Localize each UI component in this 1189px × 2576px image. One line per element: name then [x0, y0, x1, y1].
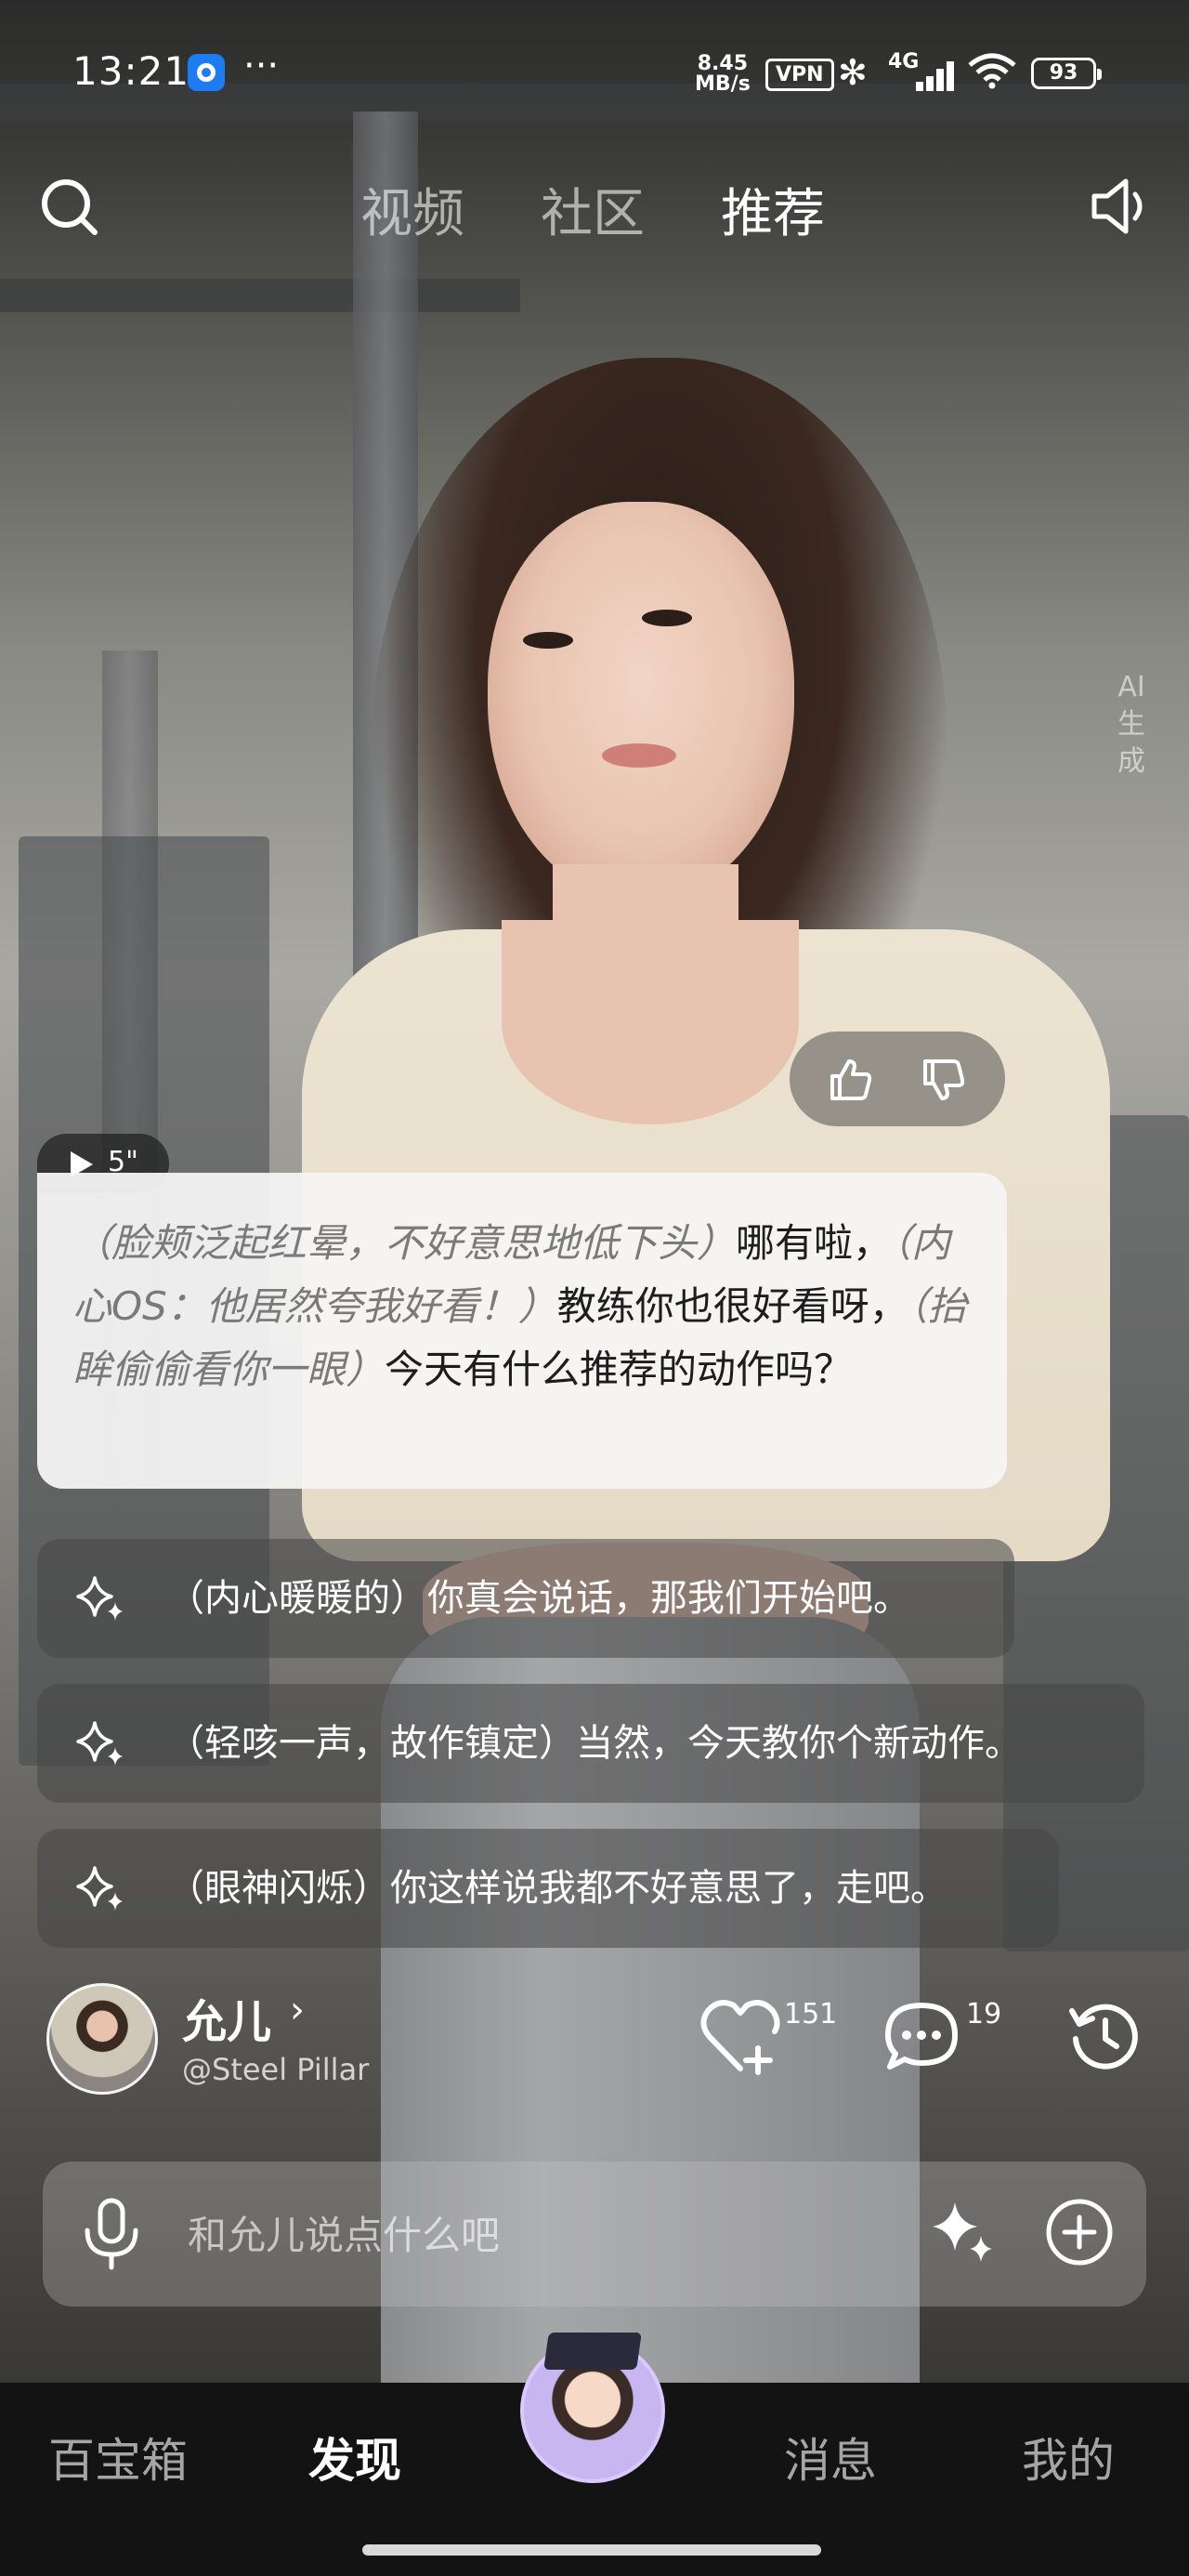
sparkle-icon: [76, 1576, 123, 1621]
message-action: （脸颊泛起红晕，不好意思地低下头）: [72, 1220, 737, 1266]
feedback-pill: [790, 1032, 1005, 1126]
network-speed: 8.45 MB/s: [695, 52, 751, 96]
sparkle-icon: [76, 1721, 123, 1766]
vpn-badge: VPN: [765, 59, 834, 91]
message-speech: 今天有什么推荐的动作吗？: [385, 1347, 854, 1392]
bluetooth-icon: ✻: [838, 52, 868, 93]
like-count: 151: [784, 1998, 838, 2031]
thumbs-down-icon[interactable]: [920, 1056, 968, 1104]
sparkle-icon[interactable]: [929, 2199, 996, 2264]
tab-community[interactable]: 社区: [541, 172, 645, 247]
heart-plus-icon[interactable]: [699, 1996, 782, 2076]
reply-suggestion[interactable]: （内心暖暖的）你真会说话，那我们开始吧。: [37, 1539, 1014, 1658]
comment-count: 19: [966, 1998, 1002, 2031]
reply-suggestion-text: （内心暖暖的）你真会说话，那我们开始吧。: [167, 1577, 910, 1620]
sound-icon[interactable]: [1087, 172, 1156, 241]
more-notifications-icon: ···: [243, 45, 280, 87]
plus-icon[interactable]: [1044, 2197, 1115, 2267]
message-speech: 教练你也很好看呀，: [556, 1283, 908, 1329]
history-icon[interactable]: [1066, 1998, 1143, 2074]
tab-video[interactable]: 视频: [360, 172, 464, 247]
nav-messages[interactable]: 消息: [784, 2424, 877, 2491]
app-notification-icon: [188, 54, 225, 91]
search-icon[interactable]: [37, 175, 102, 240]
sparkle-icon: [76, 1866, 123, 1911]
wifi-icon: [968, 53, 1016, 89]
message-speech: 哪有啦，: [736, 1220, 893, 1266]
reply-suggestion[interactable]: （眼神闪烁）你这样说我都不好意思了，走吧。: [37, 1829, 1059, 1948]
battery-indicator: 93: [1031, 58, 1102, 89]
character-name[interactable]: 允儿: [182, 1985, 271, 2050]
thumbs-up-icon[interactable]: [827, 1056, 875, 1104]
chat-input-field[interactable]: 和允儿说点什么吧: [188, 2204, 500, 2261]
graduation-cap-icon: [543, 2333, 642, 2370]
ai-generated-label: AI生成: [1117, 671, 1145, 778]
comment-icon[interactable]: [882, 2000, 960, 2074]
reply-suggestion-text: （轻咳一声，故作镇定）当然，今天教你个新动作。: [167, 1722, 1022, 1765]
character-avatar[interactable]: [46, 1983, 158, 2095]
nav-discover[interactable]: 发现: [308, 2424, 401, 2491]
character-handle: @Steel Pillar: [182, 2052, 370, 2087]
chevron-right-icon[interactable]: ›: [290, 1989, 305, 2031]
character-message: （脸颊泛起红晕，不好意思地低下头）哪有啦，（内心OS：他居然夸我好看！）教练你也…: [37, 1173, 1007, 1489]
status-time: 13:21: [72, 48, 190, 94]
status-bar: 13:21 ··· 8.45 MB/s VPN ✻ 4G 93: [0, 0, 1189, 149]
reply-suggestion[interactable]: （轻咳一声，故作镇定）当然，今天教你个新动作。: [37, 1684, 1144, 1803]
tab-recommended[interactable]: 推荐: [721, 172, 825, 247]
nav-toolbox[interactable]: 百宝箱: [48, 2424, 188, 2491]
home-indicator[interactable]: [362, 2544, 821, 2556]
reply-suggestion-text: （眼神闪烁）你这样说我都不好意思了，走吧。: [167, 1867, 947, 1910]
nav-me[interactable]: 我的: [1022, 2424, 1115, 2491]
mic-icon[interactable]: [78, 2197, 145, 2271]
cell-signal-icon: [901, 58, 954, 91]
